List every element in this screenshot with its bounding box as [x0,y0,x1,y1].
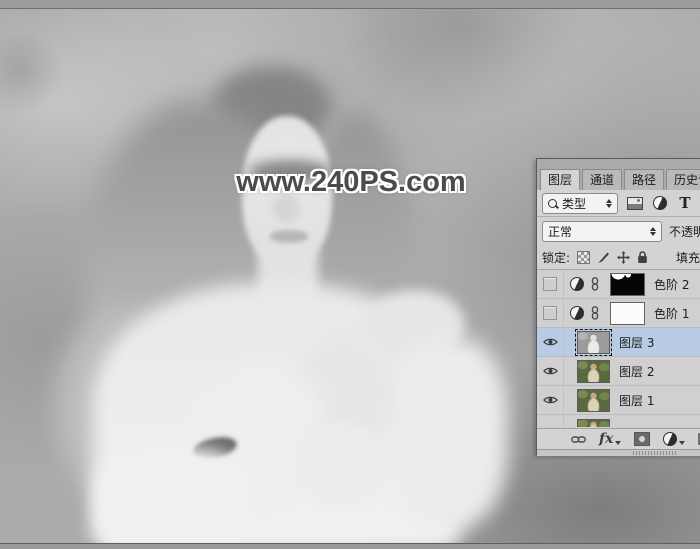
subject-lower-hand [298,423,384,508]
visibility-column [537,299,564,327]
layer-mask-thumbnail[interactable] [610,272,645,296]
visibility-column [537,357,564,385]
photoshop-window: www.240PS.com 图层 通道 路径 历史记录 类型 T 正常 不透明度 [0,0,700,549]
tab-history[interactable]: 历史记录 [666,169,700,190]
tab-channels[interactable]: 通道 [582,169,623,190]
filter-type-layers-icon[interactable]: T [677,195,693,210]
visibility-eye-icon[interactable] [542,366,558,376]
layers-panel: 图层 通道 路径 历史记录 类型 T 正常 不透明度 锁定: [536,158,700,456]
lock-position-move-icon[interactable] [617,250,631,264]
layer-row-layer-2[interactable]: 图层 2 [537,357,700,386]
layer-name[interactable]: 色阶 1 [654,305,689,322]
subject-dress-frill [95,448,255,543]
filter-pixel-layers-icon[interactable] [627,196,643,210]
tab-paths[interactable]: 路径 [624,169,665,190]
blend-mode-value: 正常 [548,224,573,239]
subject-lips [270,230,308,243]
add-layer-mask-icon[interactable] [634,432,651,446]
layer-mask-thumbnail[interactable] [610,301,645,325]
add-layer-style-icon[interactable]: fx [599,431,622,447]
layer-filter-row: 类型 T [537,190,700,217]
new-adjustment-layer-icon[interactable] [663,432,686,446]
layer-row-levels-2[interactable]: 色阶 2 [537,270,700,299]
blend-mode-select[interactable]: 正常 [542,220,662,242]
dropdown-arrow-icon [615,441,622,445]
visibility-checkbox[interactable] [543,277,557,291]
visibility-column [537,270,564,298]
opacity-label: 不透明度 [669,224,700,239]
panel-bottom-edge [537,449,700,456]
lock-all-icon[interactable] [637,250,648,264]
layer-thumbnail[interactable] [575,328,612,356]
watermark-text: www.240PS.com [236,166,466,198]
visibility-checkbox[interactable] [543,306,557,320]
updown-arrows-icon [650,226,656,236]
filter-adjustment-layers-icon[interactable] [652,196,668,210]
lock-pixels-brush-icon[interactable] [597,251,610,264]
layer-thumbnail[interactable] [577,388,610,412]
layer-thumbnail[interactable] [577,419,610,427]
layer-row-partial[interactable] [537,415,700,427]
mask-link-icon [591,277,599,291]
dropdown-arrow-icon [679,441,686,445]
subject-dress-right [388,338,508,528]
visibility-column [537,328,564,356]
fill-label: 填充 [675,250,700,265]
panel-bottom-toolbar: fx [537,428,700,449]
adjustment-layer-icon [570,306,584,320]
visibility-eye-icon[interactable] [542,337,558,347]
window-bottom-bar [0,543,700,549]
mask-link-icon [591,306,599,320]
lock-label: 锁定: [542,250,571,265]
visibility-eye-icon[interactable] [542,395,558,405]
layer-name[interactable]: 图层 3 [619,334,654,351]
window-top-bar [0,0,700,9]
layer-list: 色阶 2 色阶 1 图层 3 图层 2 图层 1 [537,270,700,428]
adjustment-layer-icon [570,277,584,291]
visibility-column [537,386,564,414]
lock-transparency-icon[interactable] [577,250,591,264]
fx-label: fx [599,431,614,447]
layer-row-levels-1[interactable]: 色阶 1 [537,299,700,328]
panel-tab-bar: 图层 通道 路径 历史记录 [537,159,700,190]
link-layers-icon[interactable] [571,435,586,444]
layer-thumbnail[interactable] [577,359,610,383]
layer-row-layer-1[interactable]: 图层 1 [537,386,700,415]
tab-layers[interactable]: 图层 [540,169,581,190]
filter-type-combobox[interactable]: 类型 [542,192,618,214]
blend-mode-row: 正常 不透明度 [537,217,700,245]
search-icon [548,198,557,208]
filter-type-label: 类型 [562,196,587,211]
layer-name[interactable]: 色阶 2 [654,276,689,293]
panel-resize-grip[interactable] [633,451,677,455]
lock-row: 锁定: 填充 [537,245,700,270]
layer-name[interactable]: 图层 1 [619,392,654,409]
layer-name[interactable]: 图层 2 [619,363,654,380]
layer-row-layer-3-selected[interactable]: 图层 3 [537,328,700,357]
visibility-column [537,415,564,427]
updown-arrows-icon [606,198,612,208]
